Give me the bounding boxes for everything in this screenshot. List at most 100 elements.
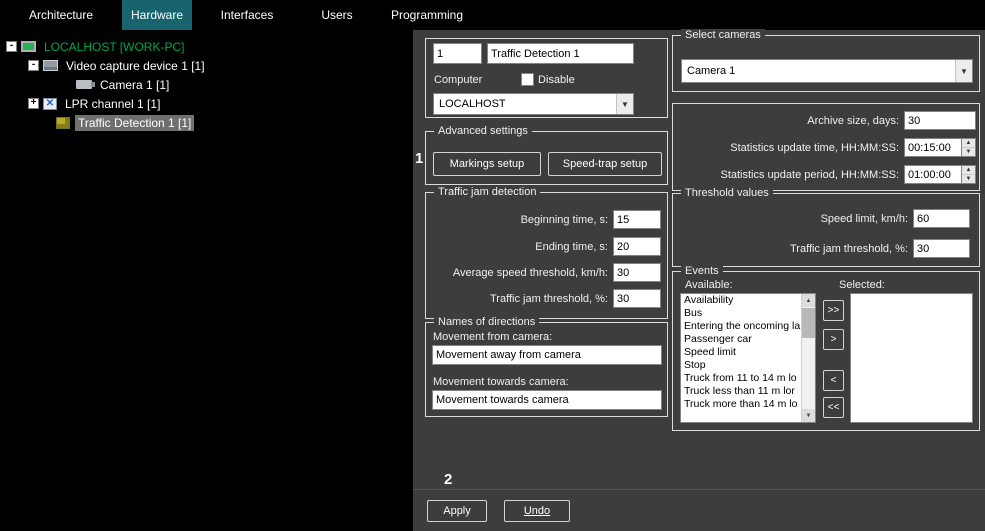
tree-item-camera[interactable]: Camera 1 [1] (0, 75, 413, 94)
group-title: Events (681, 265, 723, 277)
tab-architecture[interactable]: Architecture (0, 0, 122, 30)
group-title: Traffic jam detection (434, 186, 540, 198)
traffic-detection-icon (56, 117, 70, 129)
speed-limit-input[interactable] (913, 209, 970, 228)
field-row: Statistics update period, HH:MM:SS: ▲ ▼ (681, 165, 976, 184)
traffic-jam-threshold-percent-input[interactable] (913, 239, 970, 258)
computer-icon (21, 41, 36, 52)
tab-users[interactable]: Users (302, 0, 372, 30)
footer-divider (413, 489, 985, 490)
movement-towards-camera-input[interactable] (432, 390, 662, 410)
group-title: Select cameras (681, 29, 765, 41)
group-title: Threshold values (681, 187, 773, 199)
lpr-channel-icon (43, 98, 57, 110)
field-row: Beginning time, s: (432, 210, 661, 229)
move-all-left-button[interactable]: << (823, 397, 844, 418)
statistics-update-time-label: Statistics update time, HH:MM:SS: (730, 142, 899, 154)
movement-towards-camera-label: Movement towards camera: (433, 376, 569, 388)
annotation-marker-1: 1 (415, 150, 423, 167)
list-item[interactable]: Availability (681, 294, 801, 307)
speed-trap-setup-button[interactable]: Speed-trap setup (548, 152, 662, 176)
scrollbar[interactable]: ▲ ▼ (801, 294, 815, 422)
collapse-icon[interactable]: - (28, 60, 39, 71)
expand-icon[interactable]: + (28, 98, 39, 109)
list-item[interactable]: Bus (681, 307, 801, 320)
stepper-arrows: ▲ ▼ (962, 138, 976, 157)
undo-button[interactable]: Undo (504, 500, 570, 522)
beginning-time-label: Beginning time, s: (521, 214, 608, 226)
identity-group: Computer Disable LOCALHOST ▼ (425, 38, 668, 118)
top-nav: Architecture Hardware Interfaces Users P… (0, 0, 985, 30)
move-right-button[interactable]: > (823, 329, 844, 350)
available-events-list[interactable]: Availability Bus Entering the oncoming l… (680, 293, 816, 423)
field-row: Traffic jam threshold, %: (681, 239, 970, 258)
statistics-update-period-label: Statistics update period, HH:MM:SS: (720, 169, 899, 181)
list-items: Availability Bus Entering the oncoming l… (681, 294, 801, 422)
move-left-button[interactable]: < (823, 370, 844, 391)
object-id-input[interactable] (433, 43, 482, 64)
tab-hardware[interactable]: Hardware (122, 0, 192, 30)
chevron-down-icon[interactable]: ▼ (616, 94, 633, 114)
stepper-arrows: ▲ ▼ (962, 165, 976, 184)
field-row: Average speed threshold, km/h: (432, 263, 661, 282)
traffic-jam-threshold-percent-label: Traffic jam threshold, %: (790, 243, 908, 255)
traffic-jam-threshold-label: Traffic jam threshold, %: (490, 293, 608, 305)
list-item[interactable]: Truck more than 14 m lo (681, 398, 801, 411)
average-speed-threshold-input[interactable] (613, 263, 661, 282)
group-title: Names of directions (434, 316, 539, 328)
computer-select[interactable]: LOCALHOST ▼ (433, 93, 634, 115)
tree-item-lpr-channel[interactable]: + LPR channel 1 [1] (0, 94, 413, 113)
disable-checkbox[interactable] (521, 73, 534, 86)
object-name-input[interactable] (487, 43, 634, 64)
scrollbar-thumb[interactable] (802, 308, 815, 338)
movement-from-camera-input[interactable] (432, 345, 662, 365)
move-all-right-button[interactable]: >> (823, 300, 844, 321)
stepper-down-icon[interactable]: ▼ (962, 175, 975, 183)
statistics-update-period-input[interactable] (904, 165, 962, 184)
statistics-update-period-stepper: ▲ ▼ (904, 165, 976, 184)
list-item[interactable]: Speed limit (681, 346, 801, 359)
movement-from-camera-label: Movement from camera: (433, 331, 552, 343)
beginning-time-input[interactable] (613, 210, 661, 229)
tab-programming[interactable]: Programming (372, 0, 482, 30)
collapse-icon[interactable]: - (6, 41, 17, 52)
tree-item-label: Camera 1 [1] (97, 77, 172, 93)
threshold-values-group: Threshold values Speed limit, km/h: Traf… (672, 193, 980, 267)
field-row: Statistics update time, HH:MM:SS: ▲ ▼ (681, 138, 976, 157)
selected-events-list[interactable] (850, 293, 973, 423)
tree-item-label: Traffic Detection 1 [1] (75, 115, 194, 131)
apply-button[interactable]: Apply (427, 500, 487, 522)
tree-item-video-capture-device[interactable]: - Video capture device 1 [1] (0, 56, 413, 75)
tree-item-label: LOCALHOST [WORK-PC] (41, 39, 187, 55)
computer-label: Computer (434, 74, 482, 86)
device-tree: - LOCALHOST [WORK-PC] - Video capture de… (0, 30, 413, 531)
traffic-jam-threshold-input[interactable] (613, 289, 661, 308)
average-speed-threshold-label: Average speed threshold, km/h: (453, 267, 608, 279)
statistics-update-time-input[interactable] (904, 138, 962, 157)
tree-item-traffic-detection[interactable]: Traffic Detection 1 [1] (0, 113, 413, 132)
disable-label: Disable (538, 74, 575, 86)
list-item[interactable]: Stop (681, 359, 801, 372)
list-item[interactable]: Entering the oncoming la (681, 320, 801, 333)
statistics-update-time-stepper: ▲ ▼ (904, 138, 976, 157)
stepper-up-icon[interactable]: ▲ (962, 139, 975, 148)
tree-item-localhost[interactable]: - LOCALHOST [WORK-PC] (0, 37, 413, 56)
camera-select-value: Camera 1 (682, 65, 955, 77)
list-item[interactable]: Truck less than 11 m lor (681, 385, 801, 398)
list-item[interactable]: Truck from 11 to 14 m lo (681, 372, 801, 385)
scroll-up-icon[interactable]: ▲ (802, 294, 815, 307)
stepper-up-icon[interactable]: ▲ (962, 166, 975, 175)
markings-setup-button[interactable]: Markings setup (433, 152, 541, 176)
app-window: Architecture Hardware Interfaces Users P… (0, 0, 985, 531)
tab-interfaces[interactable]: Interfaces (192, 0, 302, 30)
tree-item-label: Video capture device 1 [1] (63, 58, 208, 74)
select-cameras-group: Select cameras Camera 1 ▼ (672, 35, 980, 92)
settings-panel: Computer Disable LOCALHOST ▼ 1 Advanced … (413, 30, 985, 531)
ending-time-input[interactable] (613, 237, 661, 256)
archive-size-input[interactable] (904, 111, 976, 130)
stepper-down-icon[interactable]: ▼ (962, 148, 975, 156)
chevron-down-icon[interactable]: ▼ (955, 60, 972, 82)
camera-select[interactable]: Camera 1 ▼ (681, 59, 973, 83)
scroll-down-icon[interactable]: ▼ (802, 409, 815, 422)
list-item[interactable]: Passenger car (681, 333, 801, 346)
